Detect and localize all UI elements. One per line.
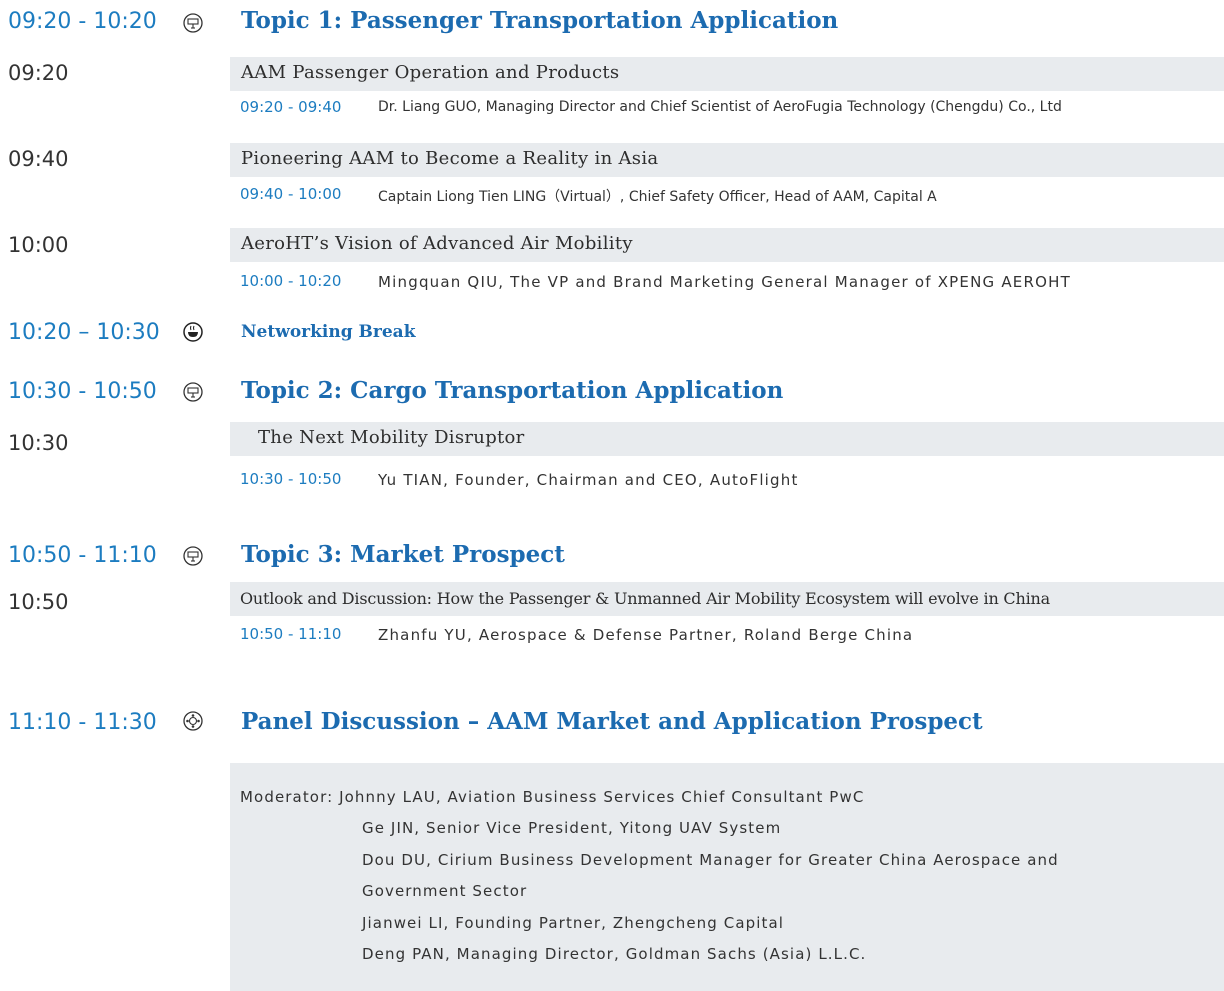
talk-speaker: Captain Liong Tien LING（Virtual）, Chief …	[378, 189, 937, 205]
talk-speaker: Zhanfu YU, Aerospace & Defense Partner, …	[378, 626, 914, 644]
talk-time: 10:00 - 10:20	[240, 272, 342, 290]
talk-time: 09:40 - 10:00	[240, 185, 342, 203]
talk-time: 09:20 - 09:40	[240, 98, 342, 116]
topic3-title: Topic 3: Market Prospect	[241, 541, 565, 568]
panel-title: Panel Discussion – AAM Market and Applic…	[241, 708, 983, 735]
talk-slot-time: 09:40	[8, 147, 69, 171]
round-table-icon	[183, 711, 203, 731]
panel-time: 11:10 - 11:30	[8, 710, 157, 735]
break-title: Networking Break	[241, 322, 416, 342]
coffee-cup-icon	[183, 322, 203, 342]
talk-speaker: Yu TIAN, Founder, Chairman and CEO, Auto…	[378, 471, 799, 489]
panelist: Government Sector	[362, 882, 528, 900]
break-time: 10:20 – 10:30	[8, 320, 160, 345]
talk-title: Pioneering AAM to Become a Reality in As…	[241, 148, 659, 169]
talk-time: 10:50 - 11:10	[240, 625, 342, 643]
panelist: Jianwei LI, Founding Partner, Zhengcheng…	[362, 914, 785, 932]
panelist: Deng PAN, Managing Director, Goldman Sac…	[362, 945, 867, 963]
topic3-time: 10:50 - 11:10	[8, 543, 157, 568]
talk-time: 10:30 - 10:50	[240, 470, 342, 488]
talk-speaker: Dr. Liang GUO, Managing Director and Chi…	[378, 99, 1062, 115]
talk-slot-time: 09:20	[8, 61, 69, 85]
presentation-screen-icon	[183, 13, 203, 33]
presentation-screen-icon	[183, 546, 203, 566]
talk-slot-time: 10:50	[8, 590, 69, 614]
talk-speaker: Mingquan QIU, The VP and Brand Marketing…	[378, 273, 1071, 291]
panelist: Ge JIN, Senior Vice President, Yitong UA…	[362, 819, 782, 837]
topic1-time: 09:20 - 10:20	[8, 9, 157, 34]
talk-title: The Next Mobility Disruptor	[258, 427, 525, 448]
talk-title: AAM Passenger Operation and Products	[241, 62, 620, 83]
panelist: Dou DU, Cirium Business Development Mana…	[362, 851, 1059, 869]
topic2-time: 10:30 - 10:50	[8, 379, 157, 404]
talk-slot-time: 10:00	[8, 233, 69, 257]
presentation-screen-icon	[183, 382, 203, 402]
talk-title: AeroHT’s Vision of Advanced Air Mobility	[241, 233, 633, 254]
panel-moderator: Moderator: Johnny LAU, Aviation Business…	[240, 788, 865, 806]
topic1-title: Topic 1: Passenger Transportation Applic…	[241, 7, 839, 34]
topic2-title: Topic 2: Cargo Transportation Applicatio…	[241, 377, 784, 404]
talk-slot-time: 10:30	[8, 431, 69, 455]
talk-title: Outlook and Discussion: How the Passenge…	[240, 589, 1050, 608]
